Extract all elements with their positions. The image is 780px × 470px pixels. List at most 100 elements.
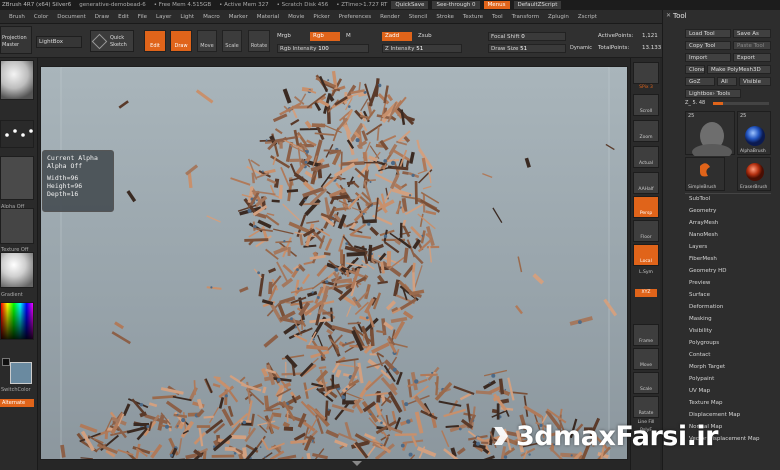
subpalette-masking[interactable]: Masking xyxy=(689,316,712,322)
menu-stencil[interactable]: Stencil xyxy=(409,14,428,20)
subpalette-uv-map[interactable]: UV Map xyxy=(689,388,710,394)
lsym-button[interactable]: L.Sym xyxy=(633,270,659,275)
subpalette-geometry-hd[interactable]: Geometry HD xyxy=(689,268,727,274)
scale-view-button[interactable]: Scale xyxy=(633,372,659,394)
quicksave-button[interactable]: QuickSave xyxy=(391,1,429,9)
rgb-intensity-slider[interactable]: Rgb Intensity 100 xyxy=(277,44,369,53)
stroke-thumbnail[interactable] xyxy=(0,120,34,148)
subpalette-layers[interactable]: Layers xyxy=(689,244,707,250)
secondary-color-swatch[interactable] xyxy=(10,362,32,384)
menu-zscript[interactable]: Zscript xyxy=(578,14,597,20)
material-thumbnail[interactable] xyxy=(0,252,34,288)
clone-button[interactable]: Clone xyxy=(685,65,705,74)
copy-tool-button[interactable]: Copy Tool xyxy=(685,41,731,50)
menu-document[interactable]: Document xyxy=(57,14,86,20)
menu-render[interactable]: Render xyxy=(380,14,400,20)
menu-material[interactable]: Material xyxy=(257,14,279,20)
zoom-button[interactable]: Zoom xyxy=(633,120,659,142)
mrgb-toggle[interactable]: Mrgb xyxy=(277,33,291,39)
default-script-button[interactable]: DefaultZScript xyxy=(513,1,562,9)
scroll-button[interactable]: Scroll xyxy=(633,94,659,116)
quick-sketch-button[interactable]: Quick Sketch xyxy=(90,30,134,52)
projection-master-button[interactable]: Projection Master xyxy=(0,26,32,54)
menu-transform[interactable]: Transform xyxy=(512,14,539,20)
subpalette-deformation[interactable]: Deformation xyxy=(689,304,723,310)
focal-shift-slider[interactable]: Focal Shift 0 xyxy=(488,32,566,41)
z-intensity-slider[interactable]: Z Intensity 51 xyxy=(382,44,462,53)
menu-layer[interactable]: Layer xyxy=(156,14,171,20)
local-button[interactable]: Local xyxy=(633,244,659,266)
menu-marker[interactable]: Marker xyxy=(229,14,248,20)
goz-all-button[interactable]: All xyxy=(717,77,737,86)
canvas-viewport[interactable] xyxy=(40,66,628,460)
menu-movie[interactable]: Movie xyxy=(288,14,304,20)
current-tool-thumbnail[interactable]: 25 xyxy=(685,111,735,160)
menu-light[interactable]: Light xyxy=(180,14,194,20)
subpalette-geometry[interactable]: Geometry xyxy=(689,208,716,214)
bpr-button[interactable] xyxy=(633,62,659,84)
color-picker[interactable] xyxy=(0,302,34,340)
subpalette-visibility[interactable]: Visibility xyxy=(689,328,712,334)
alpha-thumbnail[interactable] xyxy=(0,156,34,200)
persp-button[interactable]: Persp xyxy=(633,196,659,218)
texture-thumbnail[interactable] xyxy=(0,208,34,244)
menu-preferences[interactable]: Preferences xyxy=(339,14,371,20)
subpalette-polypaint[interactable]: Polypaint xyxy=(689,376,714,382)
make-polymesh-button[interactable]: Make PolyMesh3D xyxy=(707,65,771,74)
lightbox-button[interactable]: LightBox xyxy=(36,36,82,48)
move-view-button[interactable]: Move xyxy=(633,348,659,370)
floor-button[interactable]: Floor xyxy=(633,220,659,242)
rotate-view-button[interactable]: Rotate xyxy=(633,396,659,418)
eraser-brush-thumbnail[interactable]: EraserBrush xyxy=(737,157,771,191)
subpalette-texture-map[interactable]: Texture Map xyxy=(689,400,723,406)
rgb-toggle[interactable]: Rgb xyxy=(310,32,340,41)
paste-tool-button[interactable]: Paste Tool xyxy=(733,41,771,50)
zadd-toggle[interactable]: Zadd xyxy=(382,32,412,41)
save-as-button[interactable]: Save As xyxy=(733,29,771,38)
xyz-button[interactable]: XYZ xyxy=(635,289,657,297)
menu-brush[interactable]: Brush xyxy=(9,14,25,20)
scale-button[interactable]: Scale xyxy=(222,30,242,52)
tool-slider-track[interactable] xyxy=(713,102,769,105)
menu-texture[interactable]: Texture xyxy=(463,14,483,20)
rotate-button[interactable]: Rotate xyxy=(248,30,270,52)
draw-button[interactable]: Draw xyxy=(170,30,192,52)
subpalette-polygroups[interactable]: Polygroups xyxy=(689,340,719,346)
goz-button[interactable]: GoZ xyxy=(685,77,715,86)
aahalf-button[interactable]: AAHalf xyxy=(633,172,659,194)
menu-draw[interactable]: Draw xyxy=(95,14,109,20)
palette-collapse-icon[interactable]: ✕ xyxy=(666,12,671,19)
see-through-slider[interactable]: See-through 0 xyxy=(432,1,480,9)
menu-picker[interactable]: Picker xyxy=(313,14,329,20)
edit-button[interactable]: Edit xyxy=(144,30,166,52)
subpalette-contact[interactable]: Contact xyxy=(689,352,710,358)
menus-button[interactable]: Menus xyxy=(483,1,510,9)
alternate-button[interactable]: Alternate xyxy=(0,399,34,407)
switch-color-button[interactable]: SwitchColor xyxy=(1,387,31,393)
primary-color-swatch[interactable] xyxy=(2,358,10,366)
subpalette-subtool[interactable]: SubTool xyxy=(689,196,710,202)
subpalette-fibermesh[interactable]: FiberMesh xyxy=(689,256,717,262)
menu-color[interactable]: Color xyxy=(34,14,48,20)
subpalette-preview[interactable]: Preview xyxy=(689,280,710,286)
goz-visible-button[interactable]: Visible xyxy=(739,77,771,86)
bottom-tray-arrow-icon[interactable] xyxy=(352,461,362,466)
spix-slider[interactable]: SPix 3 xyxy=(633,85,659,90)
subpalette-surface[interactable]: Surface xyxy=(689,292,710,298)
simple-brush-thumbnail[interactable]: SimpleBrush xyxy=(685,157,725,191)
subpalette-nanomesh[interactable]: NanoMesh xyxy=(689,232,718,238)
lightbox-tools-button[interactable]: Lightbox› Tools xyxy=(685,89,741,98)
subpalette-morph-target[interactable]: Morph Target xyxy=(689,364,725,370)
menu-edit[interactable]: Edit xyxy=(118,14,129,20)
dynamic-toggle[interactable]: Dynamic xyxy=(570,45,592,51)
zsub-toggle[interactable]: Zsub xyxy=(418,33,432,39)
menu-stroke[interactable]: Stroke xyxy=(436,14,454,20)
subpalette-arraymesh[interactable]: ArrayMesh xyxy=(689,220,718,226)
m-toggle[interactable]: M xyxy=(346,33,351,39)
alpha-brush-thumbnail[interactable]: 25 AlphaBrush xyxy=(737,111,771,155)
menu-file[interactable]: File xyxy=(138,14,147,20)
move-button[interactable]: Move xyxy=(197,30,217,52)
load-tool-button[interactable]: Load Tool xyxy=(685,29,731,38)
import-button[interactable]: Import xyxy=(685,53,731,62)
brush-thumbnail[interactable] xyxy=(0,60,34,100)
